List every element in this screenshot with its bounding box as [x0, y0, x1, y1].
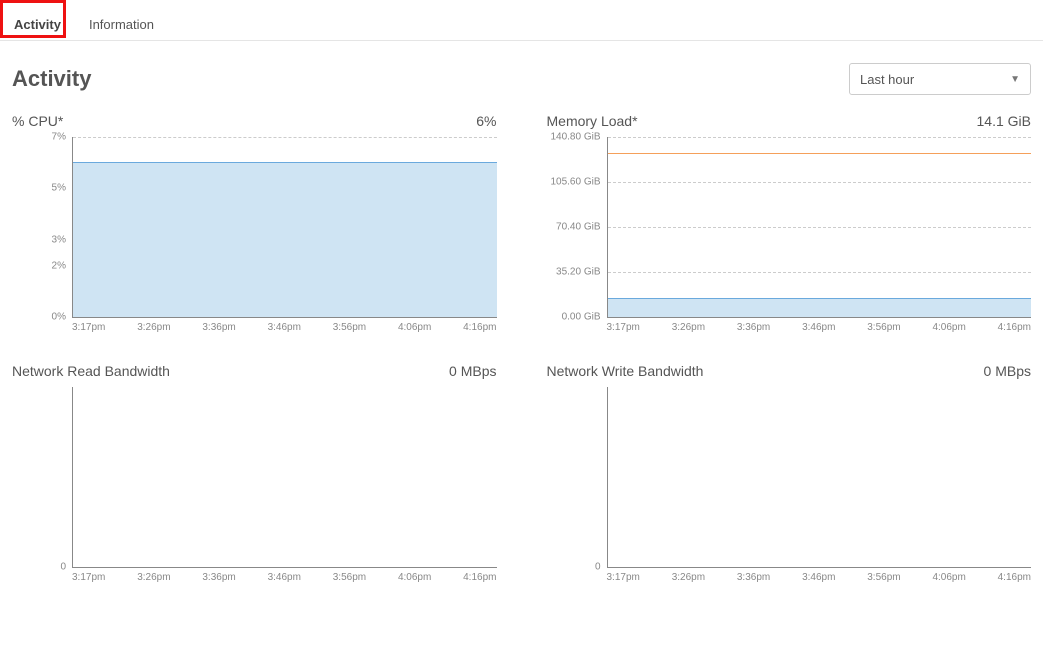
y-tick: 35.20 GiB	[556, 267, 600, 278]
y-axis: 140.80 GiB 105.60 GiB 70.40 GiB 35.20 Gi…	[547, 137, 607, 317]
plot-area[interactable]	[607, 137, 1032, 318]
x-tick: 4:06pm	[398, 322, 431, 333]
x-tick: 3:36pm	[202, 572, 235, 583]
y-axis: 0	[547, 387, 607, 567]
x-tick: 3:46pm	[802, 322, 835, 333]
y-tick: 0	[60, 562, 66, 573]
series-memory-total	[608, 153, 1032, 154]
x-tick: 3:56pm	[867, 572, 900, 583]
x-tick: 3:17pm	[72, 322, 105, 333]
x-axis: 3:17pm 3:26pm 3:36pm 3:46pm 3:56pm 4:06p…	[607, 318, 1032, 333]
x-tick: 3:26pm	[137, 322, 170, 333]
x-axis: 3:17pm 3:26pm 3:36pm 3:46pm 3:56pm 4:06p…	[72, 568, 497, 583]
x-tick: 4:16pm	[998, 572, 1031, 583]
x-axis: 3:17pm 3:26pm 3:36pm 3:46pm 3:56pm 4:06p…	[607, 568, 1032, 583]
x-tick: 3:17pm	[607, 572, 640, 583]
tab-label: Information	[89, 17, 154, 32]
series-memory-used	[608, 298, 1032, 317]
x-tick: 3:36pm	[737, 572, 770, 583]
y-tick: 5%	[52, 183, 66, 194]
y-axis: 7% 5% 3% 2% 0%	[12, 137, 72, 317]
y-tick: 0%	[52, 312, 66, 323]
x-tick: 4:16pm	[463, 572, 496, 583]
y-tick: 70.40 GiB	[556, 222, 600, 233]
x-tick: 3:26pm	[137, 572, 170, 583]
chart-net-read: Network Read Bandwidth 0 MBps 0 3:17pm 3…	[12, 363, 497, 583]
plot-area[interactable]	[72, 137, 497, 318]
x-tick: 3:56pm	[867, 322, 900, 333]
chart-current-value: 6%	[476, 113, 496, 129]
chart-current-value: 0 MBps	[984, 363, 1031, 379]
x-tick: 3:46pm	[802, 572, 835, 583]
page-title: Activity	[12, 66, 91, 92]
chart-title: Memory Load*	[547, 113, 638, 129]
x-tick: 4:16pm	[463, 322, 496, 333]
chart-title: Network Read Bandwidth	[12, 363, 170, 379]
y-axis: 0	[12, 387, 72, 567]
x-tick: 3:46pm	[268, 572, 301, 583]
chart-memory: Memory Load* 14.1 GiB 140.80 GiB 105.60 …	[547, 113, 1032, 333]
y-tick: 0.00 GiB	[562, 312, 601, 323]
x-tick: 3:46pm	[268, 322, 301, 333]
time-range-select[interactable]: Last hour ▼	[849, 63, 1031, 95]
x-tick: 4:16pm	[998, 322, 1031, 333]
tab-label: Activity	[14, 17, 61, 32]
chart-current-value: 14.1 GiB	[977, 113, 1031, 129]
chart-title: % CPU*	[12, 113, 63, 129]
y-tick: 3%	[52, 234, 66, 245]
x-tick: 4:06pm	[398, 572, 431, 583]
plot-area[interactable]	[72, 387, 497, 568]
y-tick: 140.80 GiB	[550, 132, 600, 143]
y-tick: 105.60 GiB	[550, 177, 600, 188]
plot-area[interactable]	[607, 387, 1032, 568]
x-tick: 3:26pm	[672, 322, 705, 333]
chart-title: Network Write Bandwidth	[547, 363, 704, 379]
x-tick: 3:17pm	[72, 572, 105, 583]
chart-net-write: Network Write Bandwidth 0 MBps 0 3:17pm …	[547, 363, 1032, 583]
y-tick: 2%	[52, 260, 66, 271]
chart-cpu: % CPU* 6% 7% 5% 3% 2% 0%	[12, 113, 497, 333]
x-tick: 3:56pm	[333, 322, 366, 333]
time-range-label: Last hour	[860, 72, 914, 87]
chevron-down-icon: ▼	[1010, 74, 1020, 85]
x-tick: 3:17pm	[607, 322, 640, 333]
x-tick: 3:26pm	[672, 572, 705, 583]
chart-current-value: 0 MBps	[449, 363, 496, 379]
x-tick: 3:56pm	[333, 572, 366, 583]
tab-activity[interactable]: Activity	[0, 7, 75, 40]
tabs-bar: Activity Information	[0, 0, 1043, 41]
x-tick: 3:36pm	[202, 322, 235, 333]
x-tick: 4:06pm	[932, 322, 965, 333]
x-axis: 3:17pm 3:26pm 3:36pm 3:46pm 3:56pm 4:06p…	[72, 318, 497, 333]
y-tick: 7%	[52, 132, 66, 143]
series-cpu	[73, 162, 497, 317]
tab-information[interactable]: Information	[75, 7, 168, 40]
y-tick: 0	[595, 562, 601, 573]
x-tick: 4:06pm	[932, 572, 965, 583]
x-tick: 3:36pm	[737, 322, 770, 333]
